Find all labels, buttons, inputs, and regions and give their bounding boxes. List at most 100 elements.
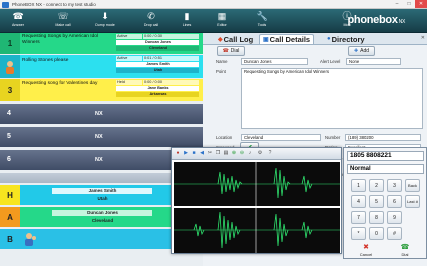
record-icon[interactable]: ●	[175, 150, 181, 157]
line-location: Utah	[116, 68, 199, 73]
call-log-icon: ◆	[218, 36, 223, 43]
app-logo-icon	[2, 1, 9, 8]
point-label: Point	[216, 69, 226, 74]
audio-toolbar: ● ▶ ■ ◀ ✂ ❐ ▤ ⊕ ⊖ ♪ ⚙ ?	[172, 148, 341, 160]
line-5[interactable]: 5 NX	[0, 127, 203, 147]
cut-icon[interactable]: ✂	[207, 150, 213, 157]
key-back[interactable]: Back	[405, 179, 420, 192]
call-details-icon: ▣	[263, 37, 269, 43]
key-star[interactable]: *	[351, 227, 366, 240]
make-call-button[interactable]: ☏ Make call	[48, 10, 78, 32]
panel-close-icon[interactable]: ✕	[421, 35, 425, 41]
window-title: PhoneBOX NX - connect to my test studio	[12, 2, 96, 7]
dump-mode-button[interactable]: ⬇ Dump mode	[90, 10, 120, 32]
phone-answer-icon: ☎	[12, 11, 24, 21]
line-3[interactable]: 3 Requesting song for Valentines day Hel…	[0, 79, 203, 101]
key-0[interactable]: 0	[369, 227, 384, 240]
tab-call-log[interactable]: ◆ Call Log	[218, 34, 253, 44]
hybrid-letter: B	[0, 229, 20, 249]
key-5[interactable]: 5	[369, 195, 384, 208]
line-location: Arkansas	[116, 92, 199, 97]
line-topic: Requesting song for Valentines day	[22, 81, 98, 86]
key-last[interactable]: Last #	[405, 195, 420, 208]
key-6[interactable]: 6	[387, 195, 402, 208]
brand-logo: phoneboxNX	[347, 14, 405, 26]
line-timer: 0:00 / 0:00	[143, 80, 199, 85]
key-4[interactable]: 4	[351, 195, 366, 208]
line-topic: Requesting Songs by American Idol Winner…	[22, 34, 98, 45]
add-button[interactable]: ✚ Add	[348, 46, 375, 56]
cancel-icon: ✖	[363, 244, 369, 251]
dial-button[interactable]: ☎ Dial	[217, 46, 245, 56]
dial-number-display[interactable]: 1805 8808221	[347, 151, 424, 161]
dial-phone-icon: ☎	[400, 244, 410, 251]
line-caller: Duncan Jones	[116, 40, 199, 45]
tools-button[interactable]: 🔧 Tools	[247, 10, 277, 32]
window-controls: – □ ✕	[391, 0, 427, 9]
hybrid-caller: James Smith	[52, 188, 152, 194]
alert-level-select[interactable]: None	[346, 58, 401, 65]
number-label: Number	[325, 135, 341, 140]
maximize-button[interactable]: □	[403, 0, 415, 8]
number-field[interactable]: (189) 380200	[345, 134, 421, 141]
dial-call-button[interactable]: ☎ Dial	[390, 244, 420, 258]
minimize-button[interactable]: –	[391, 0, 403, 8]
dialpad-panel: 1805 8808221 Normal 1 2 3 Back 4 5 6 Las…	[343, 147, 427, 259]
name-field[interactable]: Duncan Jones	[241, 58, 308, 65]
point-textarea[interactable]: Requesting Songs by American Idol Winner…	[241, 68, 423, 129]
tab-call-details[interactable]: ▣ Call Details	[259, 34, 315, 44]
main-toolbar: ☎ Answer ☏ Make call ⬇ Dump mode ✆ Drop call…	[0, 9, 427, 33]
paste-icon[interactable]: ▤	[223, 150, 229, 157]
tools-icon: 🔧	[256, 11, 268, 21]
hybrid-caller: Duncan Jones	[52, 210, 152, 216]
hybrid-avatar-icon	[24, 232, 37, 246]
settings-icon[interactable]: ⚙	[257, 150, 263, 157]
line-number: 3	[0, 79, 20, 101]
audio-editor-window[interactable]: ● ▶ ■ ◀ ✂ ❐ ▤ ⊕ ⊖ ♪ ⚙ ?	[171, 147, 342, 254]
rewind-icon[interactable]: ◀	[199, 150, 205, 157]
line-2[interactable]: Rolling Stones please Active 0:01 / 0:51…	[0, 55, 203, 78]
line-timer: 0:00 / 0:30	[143, 34, 199, 39]
key-9[interactable]: 9	[387, 211, 402, 224]
zoom-in-icon[interactable]: ⊕	[231, 150, 237, 157]
cancel-button[interactable]: ✖ Cancel	[351, 244, 381, 258]
line-location: Cleveland	[116, 46, 199, 51]
lines-button[interactable]: ▮ Lines	[172, 10, 202, 32]
directory-icon: ●	[327, 36, 331, 42]
copy-icon[interactable]: ❐	[215, 150, 221, 157]
hybrid-location: Utah	[97, 196, 108, 201]
line-timer: 0:01 / 0:51	[143, 56, 199, 61]
answer-button[interactable]: ☎ Answer	[3, 10, 33, 32]
play-icon[interactable]: ▶	[183, 150, 189, 157]
line-topic: Rolling Stones please	[22, 58, 69, 63]
key-hash[interactable]: #	[387, 227, 402, 240]
name-label: Name	[216, 59, 228, 64]
key-2[interactable]: 2	[369, 179, 384, 192]
help-icon[interactable]: ?	[267, 150, 273, 157]
key-8[interactable]: 8	[369, 211, 384, 224]
dial-phone-icon: ☎	[222, 48, 229, 54]
tab-directory[interactable]: ● Directory	[327, 34, 365, 44]
volume-icon[interactable]: ♪	[247, 150, 253, 157]
key-1[interactable]: 1	[351, 179, 366, 192]
editor-button[interactable]: ▦ Editor	[207, 10, 237, 32]
lines-icon: ▮	[184, 11, 190, 21]
line-1[interactable]: 1 Requesting Songs by American Idol Winn…	[0, 33, 203, 54]
dial-mode-select[interactable]: Normal	[347, 164, 424, 174]
key-3[interactable]: 3	[387, 179, 402, 192]
location-field[interactable]: Cleveland	[241, 134, 321, 141]
dump-icon: ⬇	[101, 11, 109, 21]
stop-icon[interactable]: ■	[191, 150, 197, 157]
add-icon: ✚	[353, 48, 359, 54]
line-4[interactable]: 4 NX	[0, 104, 203, 124]
waveform-display[interactable]	[174, 162, 340, 253]
editor-icon: ▦	[217, 11, 227, 21]
location-label: Location	[216, 135, 233, 140]
line-status: Held	[116, 80, 142, 85]
zoom-out-icon[interactable]: ⊖	[239, 150, 245, 157]
close-button[interactable]: ✕	[415, 0, 427, 8]
line-caller: Jane Banks	[116, 86, 199, 91]
drop-call-button[interactable]: ✆ Drop call	[136, 10, 166, 32]
key-7[interactable]: 7	[351, 211, 366, 224]
hybrid-letter: A	[0, 207, 20, 227]
